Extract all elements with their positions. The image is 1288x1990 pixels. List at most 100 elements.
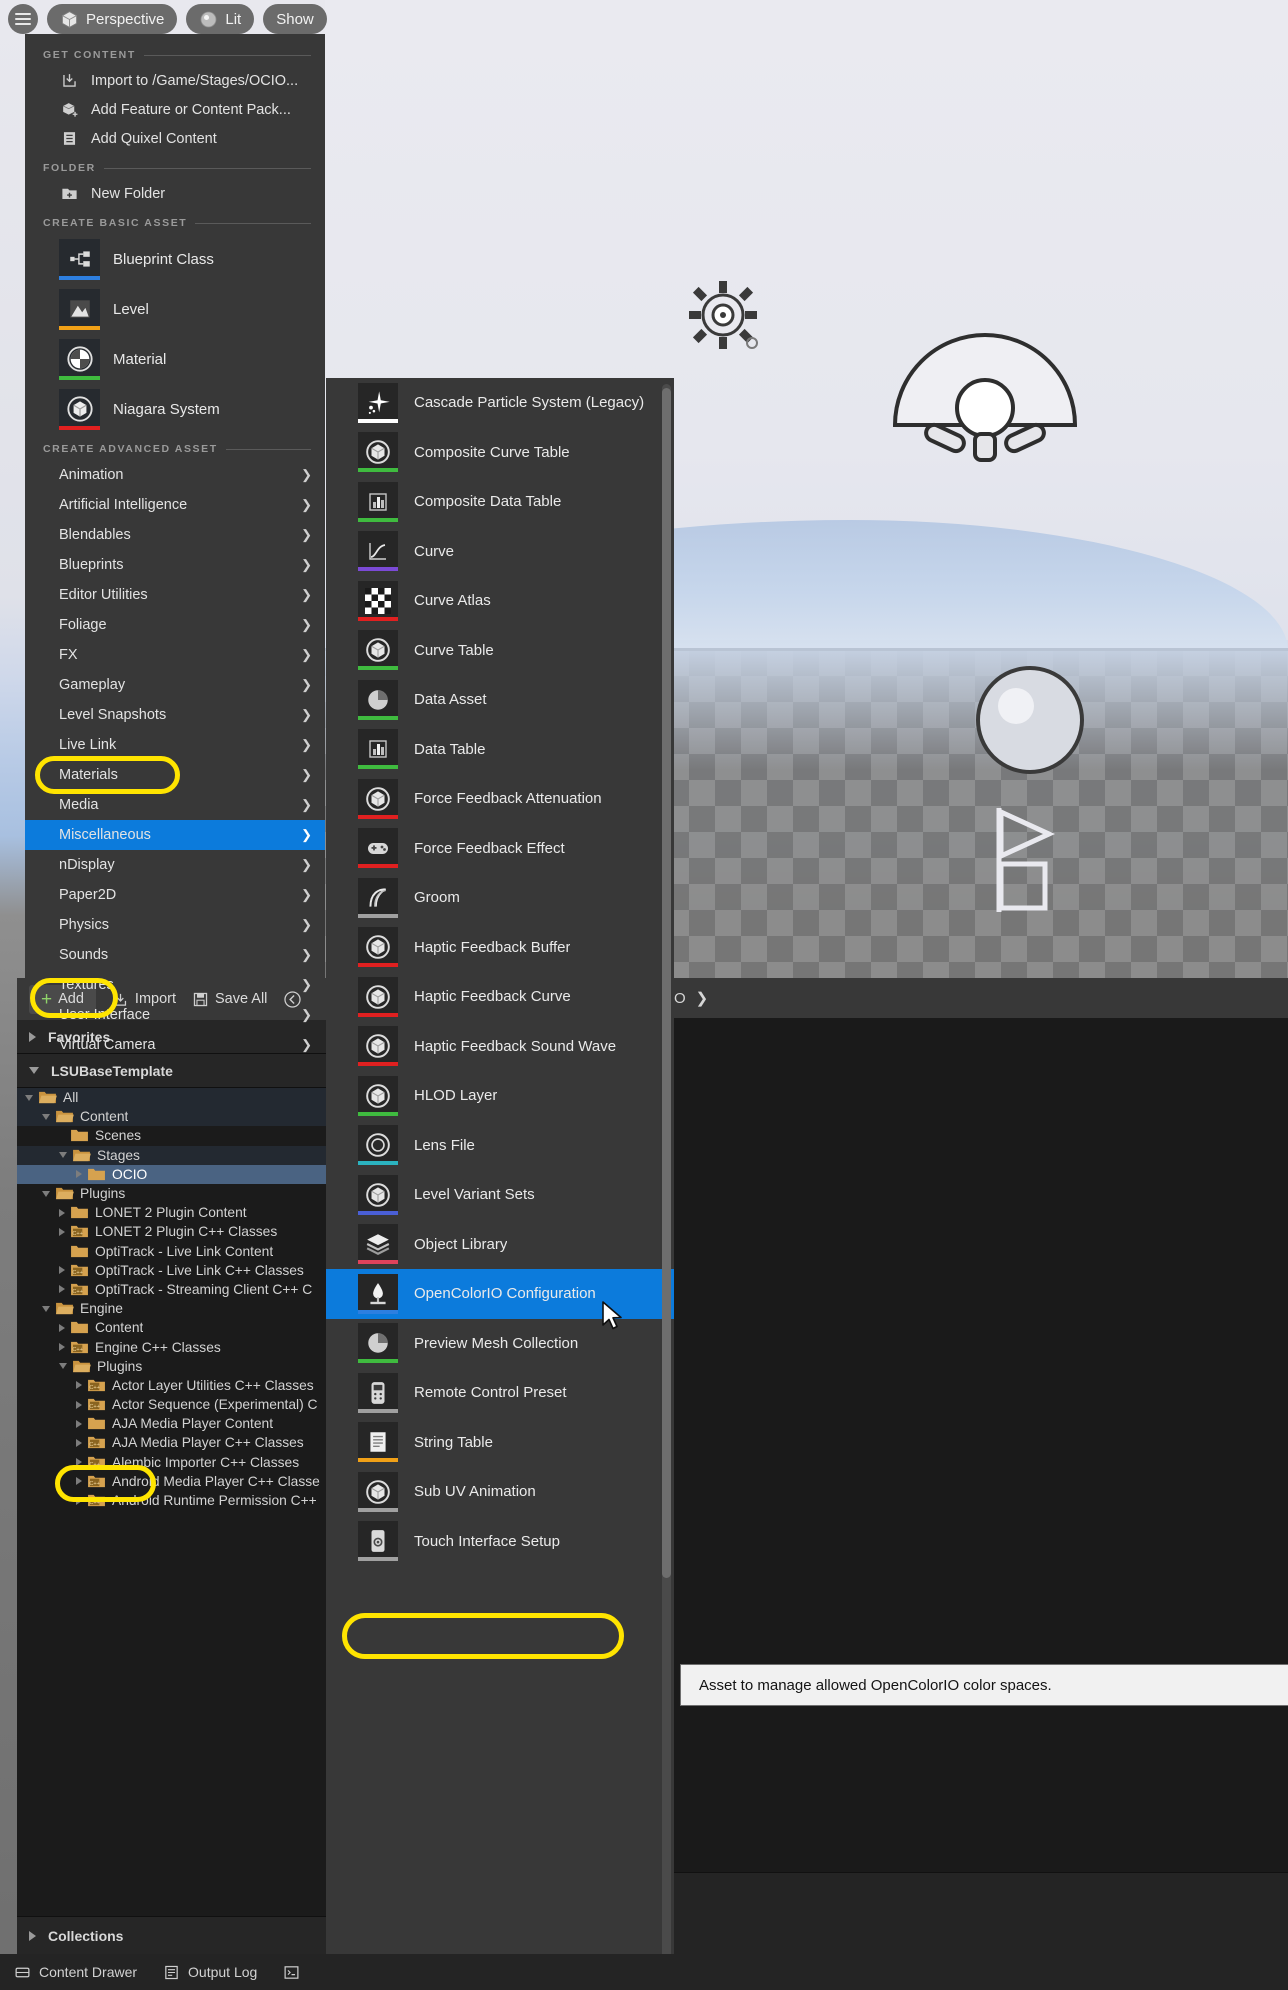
- advanced-asset-item[interactable]: Paper2D ❯: [25, 880, 325, 910]
- chevron-right-icon[interactable]: [59, 1266, 65, 1275]
- submenu-item[interactable]: Composite Curve Table: [326, 428, 674, 478]
- submenu-item[interactable]: Cascade Particle System (Legacy): [326, 378, 674, 428]
- submenu-item[interactable]: String Table: [326, 1418, 674, 1468]
- submenu-item[interactable]: Remote Control Preset: [326, 1368, 674, 1418]
- tree-item[interactable]: Stages: [17, 1145, 326, 1165]
- tree-item[interactable]: C++ Alembic Importer C++ Classes: [17, 1453, 326, 1472]
- basic-asset-item[interactable]: Blueprint Class: [25, 234, 325, 284]
- submenu-item[interactable]: Object Library: [326, 1220, 674, 1270]
- chevron-right-icon[interactable]: [59, 1227, 65, 1236]
- chevron-right-icon[interactable]: [76, 1477, 82, 1486]
- viewport-menu-button[interactable]: [8, 4, 38, 34]
- submenu-item[interactable]: Groom: [326, 873, 674, 923]
- submenu-item[interactable]: Data Asset: [326, 675, 674, 725]
- chevron-down-icon[interactable]: [42, 1113, 50, 1120]
- submenu-item[interactable]: Touch Interface Setup: [326, 1517, 674, 1567]
- tree-item[interactable]: Engine: [17, 1299, 326, 1318]
- advanced-asset-item[interactable]: nDisplay ❯: [25, 850, 325, 880]
- tree-item[interactable]: Content: [17, 1318, 326, 1337]
- menu-item[interactable]: New Folder: [25, 179, 325, 208]
- tree-item[interactable]: C++ AJA Media Player C++ Classes: [17, 1433, 326, 1452]
- tree-item[interactable]: OptiTrack - Live Link Content: [17, 1242, 326, 1261]
- tree-item[interactable]: AJA Media Player Content: [17, 1414, 326, 1433]
- tree-item[interactable]: Plugins: [17, 1184, 326, 1203]
- advanced-asset-item[interactable]: Virtual Camera ❯: [25, 1030, 325, 1060]
- chevron-right-icon[interactable]: [76, 1381, 82, 1390]
- asset-view-breadcrumb-bar[interactable]: O ❯: [674, 978, 1288, 1018]
- advanced-asset-item[interactable]: Materials ❯: [25, 760, 325, 790]
- submenu-item[interactable]: Haptic Feedback Curve: [326, 972, 674, 1022]
- advanced-asset-item[interactable]: User Interface ❯: [25, 1000, 325, 1030]
- lit-button[interactable]: Lit: [186, 4, 255, 34]
- tree-item[interactable]: Scenes: [17, 1126, 326, 1145]
- submenu-item[interactable]: Curve Table: [326, 626, 674, 676]
- chevron-down-icon[interactable]: [42, 1305, 50, 1312]
- submenu-item[interactable]: Lens File: [326, 1121, 674, 1171]
- chevron-right-icon[interactable]: [76, 1438, 82, 1447]
- chevron-right-icon[interactable]: [76, 1400, 82, 1409]
- basic-asset-item[interactable]: Niagara System: [25, 384, 325, 434]
- menu-item[interactable]: Add Quixel Content: [25, 124, 325, 153]
- menu-item[interactable]: Import to /Game/Stages/OCIO...: [25, 66, 325, 95]
- tree-item[interactable]: Content: [17, 1107, 326, 1127]
- submenu-item[interactable]: Force Feedback Attenuation: [326, 774, 674, 824]
- basic-asset-item[interactable]: Level: [25, 284, 325, 334]
- chevron-right-icon[interactable]: [76, 1419, 82, 1428]
- tree-item[interactable]: C++ OptiTrack - Live Link C++ Classes: [17, 1261, 326, 1280]
- chevron-down-icon[interactable]: [59, 1363, 67, 1370]
- chevron-down-icon[interactable]: [25, 1094, 33, 1101]
- perspective-button[interactable]: Perspective: [47, 4, 178, 34]
- tree-item[interactable]: Plugins: [17, 1357, 326, 1376]
- tree-item[interactable]: C++ Engine C++ Classes: [17, 1337, 326, 1356]
- chevron-down-icon[interactable]: [59, 1152, 67, 1159]
- submenu-item[interactable]: Curve Atlas: [326, 576, 674, 626]
- submenu-item[interactable]: Data Table: [326, 725, 674, 775]
- submenu-item[interactable]: Curve: [326, 527, 674, 577]
- chevron-down-icon[interactable]: [42, 1190, 50, 1197]
- chevron-right-icon[interactable]: [59, 1323, 65, 1332]
- advanced-asset-item[interactable]: Miscellaneous ❯: [25, 820, 325, 850]
- chevron-right-icon[interactable]: [59, 1285, 65, 1294]
- advanced-asset-item[interactable]: FX ❯: [25, 640, 325, 670]
- collections-section[interactable]: Collections: [17, 1916, 326, 1954]
- advanced-asset-item[interactable]: Artificial Intelligence ❯: [25, 490, 325, 520]
- basic-asset-item[interactable]: Material: [25, 334, 325, 384]
- advanced-asset-item[interactable]: Level Snapshots ❯: [25, 700, 325, 730]
- tree-item[interactable]: All: [17, 1088, 326, 1108]
- tree-item[interactable]: C++ Android Runtime Permission C++: [17, 1491, 326, 1510]
- chevron-right-icon[interactable]: [59, 1343, 65, 1352]
- sources-panel[interactable]: Favorites LSUBaseTemplate All Content Sc…: [17, 1020, 326, 1916]
- advanced-asset-item[interactable]: Live Link ❯: [25, 730, 325, 760]
- advanced-asset-item[interactable]: Blueprints ❯: [25, 550, 325, 580]
- submenu-item[interactable]: HLOD Layer: [326, 1071, 674, 1121]
- content-browser[interactable]: + Add Import Save All Favorites LSUBaseT…: [17, 978, 326, 1954]
- advanced-asset-item[interactable]: Gameplay ❯: [25, 670, 325, 700]
- advanced-asset-item[interactable]: Textures ❯: [25, 970, 325, 1000]
- content-drawer-button[interactable]: Content Drawer: [14, 1964, 137, 1981]
- submenu-item[interactable]: Composite Data Table: [326, 477, 674, 527]
- chevron-right-icon[interactable]: [76, 1458, 82, 1467]
- advanced-asset-item[interactable]: Blendables ❯: [25, 520, 325, 550]
- cmd-button[interactable]: [283, 1964, 300, 1981]
- asset-grid[interactable]: [674, 1018, 1288, 1872]
- submenu-item[interactable]: Sub UV Animation: [326, 1467, 674, 1517]
- tree-item[interactable]: C++ Actor Sequence (Experimental) C: [17, 1395, 326, 1414]
- advanced-asset-item[interactable]: Media ❯: [25, 790, 325, 820]
- status-bar[interactable]: Content Drawer Output Log: [0, 1954, 1288, 1990]
- tree-item[interactable]: C++ OptiTrack - Streaming Client C++ C: [17, 1280, 326, 1299]
- submenu-item[interactable]: Haptic Feedback Buffer: [326, 923, 674, 973]
- advanced-asset-item[interactable]: Physics ❯: [25, 910, 325, 940]
- tree-item[interactable]: C++ Actor Layer Utilities C++ Classes: [17, 1376, 326, 1395]
- output-log-button[interactable]: Output Log: [163, 1964, 257, 1981]
- tree-item[interactable]: LONET 2 Plugin Content: [17, 1203, 326, 1222]
- submenu-item[interactable]: Force Feedback Effect: [326, 824, 674, 874]
- submenu-scrollbar-thumb[interactable]: [662, 388, 671, 1578]
- chevron-right-icon[interactable]: [59, 1208, 65, 1217]
- advanced-asset-item[interactable]: Editor Utilities ❯: [25, 580, 325, 610]
- chevron-right-icon[interactable]: [76, 1170, 82, 1179]
- chevron-right-icon[interactable]: [76, 1496, 82, 1505]
- miscellaneous-submenu[interactable]: Cascade Particle System (Legacy) Composi…: [326, 378, 674, 1990]
- tree-item[interactable]: OCIO: [17, 1164, 326, 1184]
- submenu-scrollbar-track[interactable]: [662, 384, 671, 1984]
- advanced-asset-item[interactable]: Foliage ❯: [25, 610, 325, 640]
